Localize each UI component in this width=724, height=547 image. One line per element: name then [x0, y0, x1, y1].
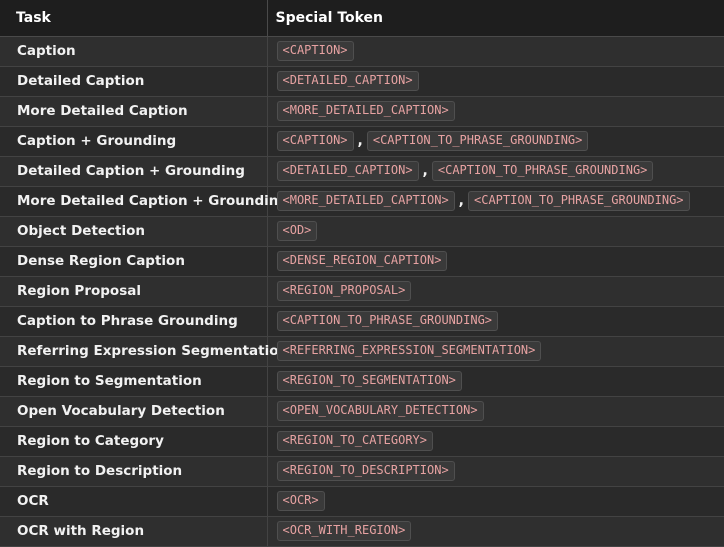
task-name-cell: Region to Description — [0, 456, 267, 487]
special-token-cell: <REGION_PROPOSAL> — [266, 276, 724, 307]
token-separator: , — [422, 163, 428, 180]
table-body: Caption <CAPTION> Detailed Caption <DETAILE… — [0, 36, 724, 547]
task-name-cell: More Detailed Caption + Grounding — [0, 186, 288, 217]
table-row: Caption to Phrase Grounding <CAPTION_TO_P… — [0, 306, 724, 337]
special-token-cell: <REFERRING_EXPRESSION_SEGMENTATION> — [266, 336, 724, 367]
special-token-cell: <DETAILED_CAPTION> — [266, 66, 724, 97]
task-name-cell: Detailed Caption + Grounding — [0, 156, 267, 187]
special-token-code: <DENSE_REGION_CAPTION> — [276, 251, 448, 272]
token-separator: , — [458, 193, 464, 210]
table-row: Open Vocabulary Detection <OPEN_VOCABULAR… — [0, 396, 724, 427]
task-name-cell: Region Proposal — [0, 276, 267, 307]
special-token-code: <REGION_PROPOSAL> — [276, 281, 412, 302]
task-name-cell: Referring Expression Segmentation — [0, 336, 288, 367]
special-token-cell: <OD> — [266, 216, 724, 247]
table-row: More Detailed Caption + Grounding <MORE_D… — [0, 186, 724, 217]
table-row: Region to Category <REGION_TO_CATEGORY> — [0, 426, 724, 457]
task-name-cell: Region to Category — [0, 426, 267, 457]
special-token-code: <CAPTION_TO_PHRASE_GROUNDING> — [276, 311, 499, 332]
task-name-cell: OCR with Region — [0, 516, 267, 547]
special-token-code: <MORE_DETAILED_CAPTION> — [276, 101, 455, 122]
special-token-code: <OCR_WITH_REGION> — [276, 521, 412, 542]
special-token-cell: <CAPTION_TO_PHRASE_GROUNDING> — [266, 306, 724, 337]
table-row: Caption <CAPTION> — [0, 36, 724, 67]
task-name-cell: Open Vocabulary Detection — [0, 396, 267, 427]
table-row: Region Proposal <REGION_PROPOSAL> — [0, 276, 724, 307]
special-token-cell: <REGION_TO_DESCRIPTION> — [266, 456, 724, 487]
special-token-cell: <OCR> — [266, 486, 724, 517]
task-name-cell: Object Detection — [0, 216, 267, 247]
task-name-cell: More Detailed Caption — [0, 96, 267, 127]
task-name-cell: Detailed Caption — [0, 66, 267, 97]
special-token-code: <OCR> — [276, 491, 325, 512]
special-token-code: <REGION_TO_DESCRIPTION> — [276, 461, 455, 482]
table-row: Dense Region Caption <DENSE_REGION_CAPTIO… — [0, 246, 724, 277]
table-row: Referring Expression Segmentation <REFERR… — [0, 336, 724, 367]
special-token-cell: <DETAILED_CAPTION>, <CAPTION_TO_PHRASE_GR… — [266, 156, 724, 187]
table-row: Detailed Caption <DETAILED_CAPTION> — [0, 66, 724, 97]
special-token-code: <DETAILED_CAPTION> — [276, 71, 419, 92]
special-token-cell: <DENSE_REGION_CAPTION> — [266, 246, 724, 277]
task-name-cell: Region to Segmentation — [0, 366, 267, 397]
table-row: More Detailed Caption <MORE_DETAILED_CAPT… — [0, 96, 724, 127]
task-token-table: Task Special Token Caption <CAPTION> Detai… — [0, 0, 724, 547]
special-token-cell: <CAPTION>, <CAPTION_TO_PHRASE_GROUNDING> — [266, 126, 724, 157]
task-column-header: Task — [0, 0, 267, 37]
special-token-code: <REGION_TO_SEGMENTATION> — [276, 371, 462, 392]
special-token-code: <DETAILED_CAPTION> — [276, 161, 419, 182]
table-row: Region to Segmentation <REGION_TO_SEGMENT… — [0, 366, 724, 397]
table-row: Region to Description <REGION_TO_DESCRIPT… — [0, 456, 724, 487]
special-token-cell: <OCR_WITH_REGION> — [266, 516, 724, 547]
special-token-code: <CAPTION_TO_PHRASE_GROUNDING> — [431, 161, 654, 182]
special-token-code: <MORE_DETAILED_CAPTION> — [276, 191, 455, 212]
special-token-cell: <REGION_TO_CATEGORY> — [266, 426, 724, 457]
task-name-cell: OCR — [0, 486, 267, 517]
special-token-cell: <OPEN_VOCABULARY_DETECTION> — [266, 396, 724, 427]
special-token-code: <OPEN_VOCABULARY_DETECTION> — [276, 401, 484, 422]
special-token-cell: <CAPTION> — [266, 36, 724, 67]
special-token-cell: <MORE_DETAILED_CAPTION> — [266, 96, 724, 127]
task-name-cell: Caption + Grounding — [0, 126, 267, 157]
special-token-code: <CAPTION_TO_PHRASE_GROUNDING> — [468, 191, 690, 212]
special-token-code: <REGION_TO_CATEGORY> — [276, 431, 433, 452]
table-row: OCR <OCR> — [0, 486, 724, 517]
special-token-code: <CAPTION> — [276, 41, 354, 62]
table-row: Detailed Caption + Grounding <DETAILED_CA… — [0, 156, 724, 187]
special-token-cell: <REGION_TO_SEGMENTATION> — [266, 366, 724, 397]
token-separator: , — [357, 133, 363, 150]
task-name-cell: Caption to Phrase Grounding — [0, 306, 267, 337]
table-row: Object Detection <OD> — [0, 216, 724, 247]
table-row: Caption + Grounding <CAPTION>, <CAPTION_TO… — [0, 126, 724, 157]
task-name-cell: Caption — [0, 36, 267, 67]
special-token-code: <REFERRING_EXPRESSION_SEGMENTATION> — [276, 341, 542, 362]
special-token-code: <OD> — [276, 221, 318, 242]
special-token-cell: <MORE_DETAILED_CAPTION>, <CAPTION_TO_PHRA… — [266, 186, 724, 217]
special-token-column-header: Special Token — [266, 0, 724, 37]
special-token-code: <CAPTION> — [276, 131, 354, 152]
task-name-cell: Dense Region Caption — [0, 246, 267, 277]
special-token-code: <CAPTION_TO_PHRASE_GROUNDING> — [366, 131, 589, 152]
table-header-row: Task Special Token — [0, 0, 724, 37]
table-row: OCR with Region <OCR_WITH_REGION> — [0, 516, 724, 547]
